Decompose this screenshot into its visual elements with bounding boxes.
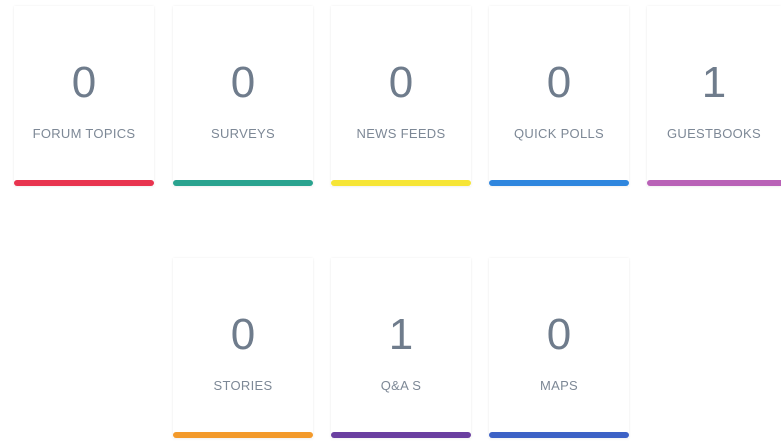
news-feeds-count: 0 xyxy=(388,58,414,107)
forum-topics-label: FORUM TOPICS xyxy=(32,126,136,141)
maps-card[interactable]: 0 MAPS xyxy=(489,258,629,438)
quick-polls-count: 0 xyxy=(546,58,572,107)
qas-count: 1 xyxy=(388,310,414,359)
stories-card[interactable]: 0 STORIES xyxy=(173,258,313,438)
surveys-color-bar xyxy=(173,180,313,186)
maps-color-bar xyxy=(489,432,629,438)
guestbooks-color-bar xyxy=(647,180,781,186)
forum-topics-card[interactable]: 0 FORUM TOPICS xyxy=(14,6,154,186)
guestbooks-count: 1 xyxy=(701,58,727,107)
forum-topics-count: 0 xyxy=(71,58,97,107)
surveys-card[interactable]: 0 SURVEYS xyxy=(173,6,313,186)
forum-topics-color-bar xyxy=(14,180,154,186)
news-feeds-color-bar xyxy=(331,180,471,186)
maps-count: 0 xyxy=(546,310,572,359)
stories-color-bar xyxy=(173,432,313,438)
quick-polls-color-bar xyxy=(489,180,629,186)
guestbooks-label: GUESTBOOKS xyxy=(666,126,762,141)
stories-label: STORIES xyxy=(213,378,273,393)
qas-card[interactable]: 1 Q&A S xyxy=(331,258,471,438)
maps-label: MAPS xyxy=(539,378,579,393)
stories-count: 0 xyxy=(230,310,256,359)
news-feeds-card[interactable]: 0 NEWS FEEDS xyxy=(331,6,471,186)
guestbooks-card[interactable]: 1 GUESTBOOKS xyxy=(647,6,781,186)
qas-color-bar xyxy=(331,432,471,438)
qas-label: Q&A S xyxy=(380,378,422,393)
surveys-count: 0 xyxy=(230,58,256,107)
surveys-label: SURVEYS xyxy=(211,126,275,141)
quick-polls-label: QUICK POLLS xyxy=(514,126,604,141)
news-feeds-label: NEWS FEEDS xyxy=(356,126,446,141)
quick-polls-card[interactable]: 0 QUICK POLLS xyxy=(489,6,629,186)
